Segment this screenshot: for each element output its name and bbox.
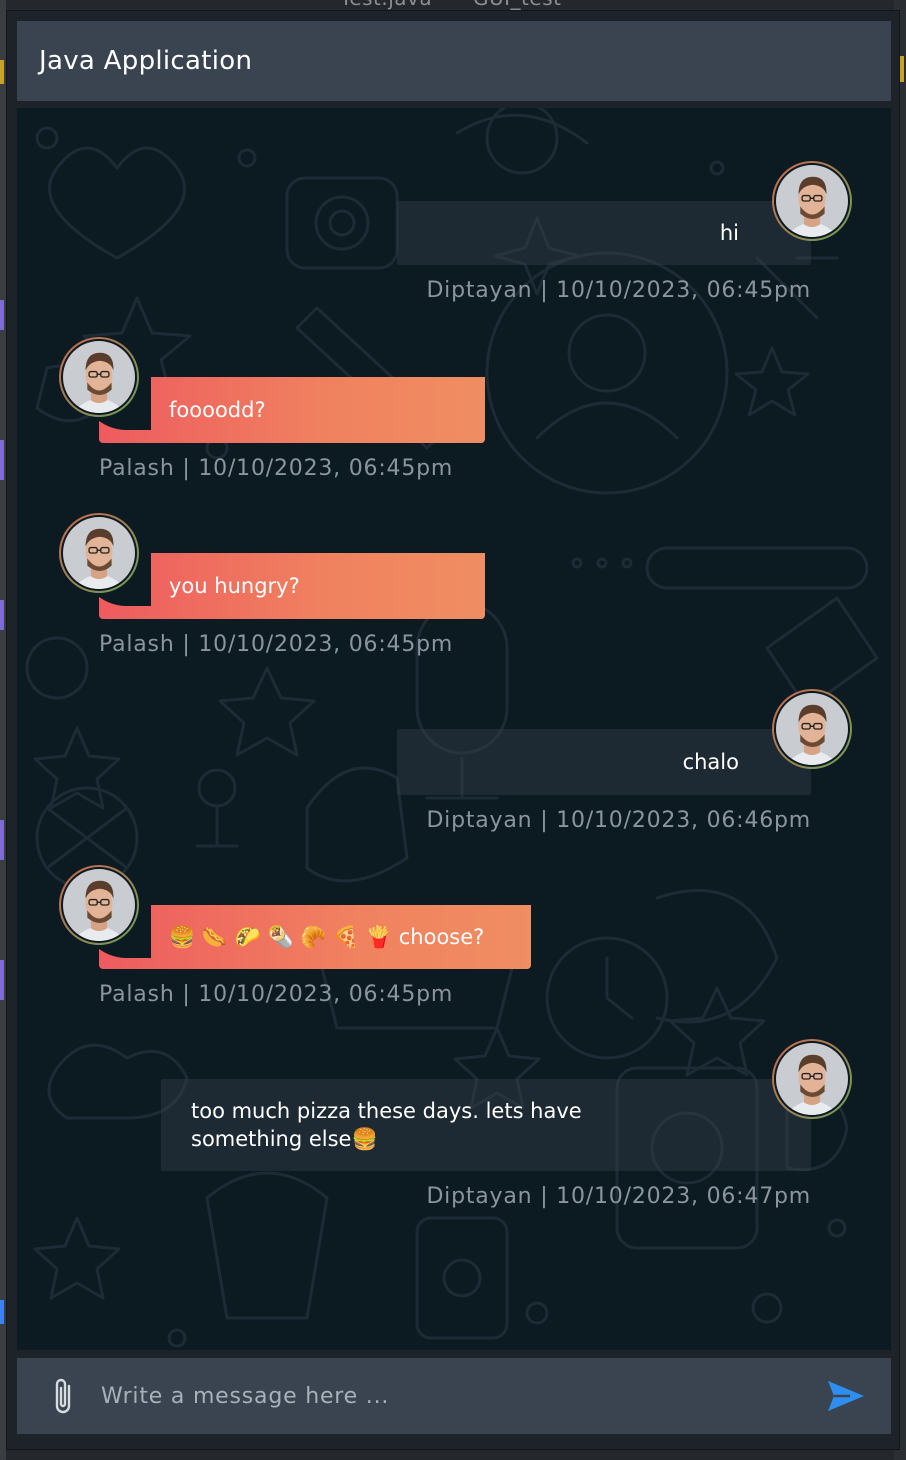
message-composer [17, 1358, 891, 1434]
avatar-photo [63, 869, 135, 941]
avatar-photo [776, 693, 848, 765]
send-button[interactable] [811, 1358, 881, 1434]
avatar[interactable] [772, 689, 852, 769]
outgoing-message-bubble: hi [397, 201, 811, 265]
avatar[interactable] [59, 337, 139, 417]
avatar[interactable] [59, 865, 139, 945]
background-tab: GUI_test [473, 0, 561, 10]
desktop: Test.java GUI_test Java Application [0, 0, 906, 1460]
avatar[interactable] [59, 513, 139, 593]
message-text: foooodd? [169, 398, 266, 422]
message-text: too much pizza these days. lets have som… [191, 1099, 582, 1151]
chat-window: Java Application hi Diptayan | 10/10/202… [6, 10, 900, 1450]
message-text: hi [719, 221, 739, 245]
outgoing-message-bubble: too much pizza these days. lets have som… [161, 1079, 811, 1171]
message-text: 🍔 🌭 🌮 🌯 🥐 🍕 🍟 choose? [169, 925, 485, 949]
message-text: you hungry? [169, 574, 300, 598]
message-meta: Palash | 10/10/2023, 06:45pm [99, 456, 454, 481]
chat-area[interactable]: hi Diptayan | 10/10/2023, 06:45pm fooood… [17, 108, 891, 1350]
avatar-photo [63, 341, 135, 413]
attach-button[interactable] [33, 1358, 93, 1434]
message-meta: Diptayan | 10/10/2023, 06:46pm [426, 808, 811, 833]
outgoing-message-bubble: chalo [397, 729, 811, 795]
message-meta: Palash | 10/10/2023, 06:45pm [99, 982, 454, 1007]
avatar-photo [776, 165, 848, 237]
message-text: chalo [682, 750, 739, 774]
avatar-photo [63, 517, 135, 589]
message-meta: Palash | 10/10/2023, 06:45pm [99, 632, 454, 657]
paperclip-icon [55, 1378, 71, 1414]
background-editor-tabs: Test.java GUI_test [340, 0, 595, 10]
background-tab: Test.java [340, 0, 432, 10]
incoming-message-bubble: 🍔 🌭 🌮 🌯 🥐 🍕 🍟 choose? [99, 905, 531, 969]
window-title: Java Application [39, 46, 253, 76]
message-meta: Diptayan | 10/10/2023, 06:47pm [426, 1184, 811, 1209]
window-header: Java Application [17, 21, 891, 101]
message-meta: Diptayan | 10/10/2023, 06:45pm [426, 278, 811, 303]
incoming-message-bubble: you hungry? [99, 553, 485, 619]
message-input[interactable] [93, 1365, 811, 1427]
send-icon [828, 1381, 864, 1411]
avatar[interactable] [772, 161, 852, 241]
avatar-photo [776, 1043, 848, 1115]
avatar[interactable] [772, 1039, 852, 1119]
incoming-message-bubble: foooodd? [99, 377, 485, 443]
